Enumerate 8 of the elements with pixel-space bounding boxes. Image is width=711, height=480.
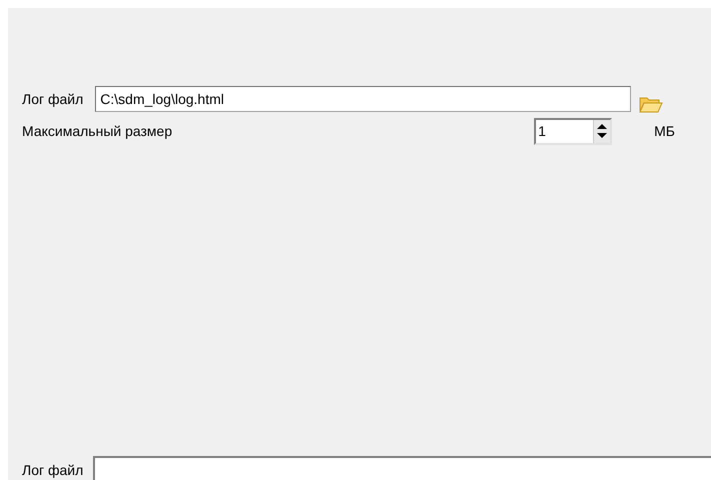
unit-label: МБ (654, 123, 675, 139)
spin-arrows-icon[interactable] (595, 121, 610, 141)
field-label: Максимальный размер (22, 123, 172, 139)
field-label: Лог файл (22, 91, 84, 107)
folder-icon[interactable] (639, 95, 664, 113)
field-label: Лог файл (22, 461, 84, 479)
input-field[interactable]: C:\sdm_log\log.html (95, 86, 632, 112)
number-spinner[interactable]: 1 (534, 118, 612, 144)
